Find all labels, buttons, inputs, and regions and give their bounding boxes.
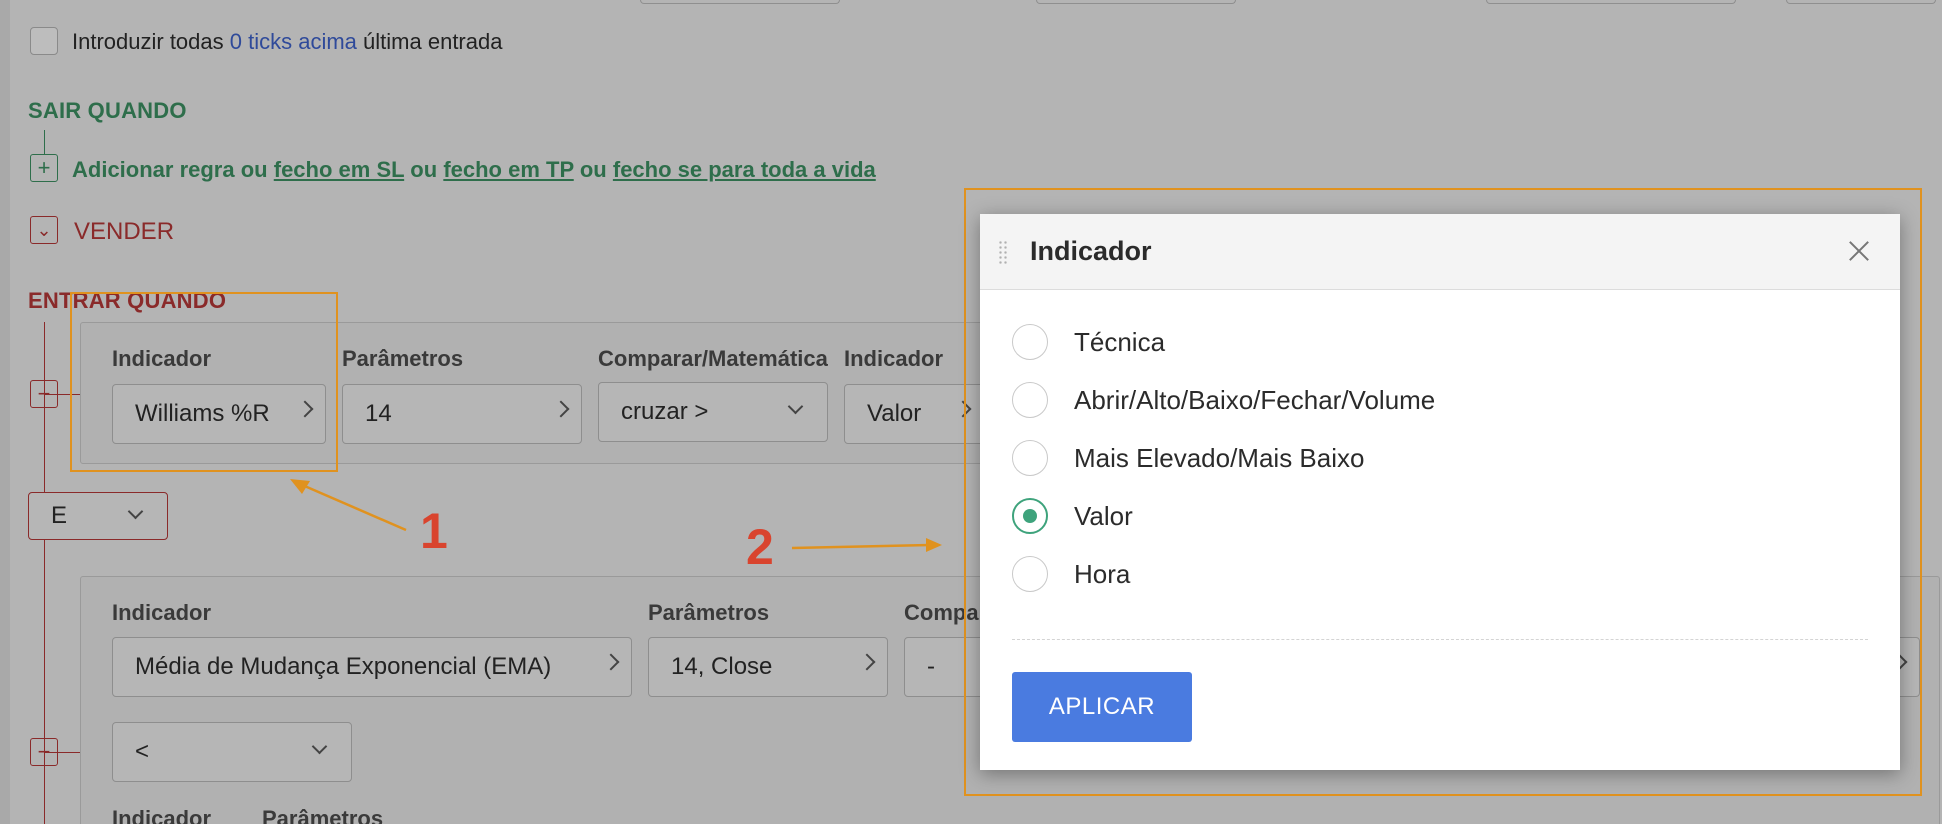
- remove-rule-minus-icon[interactable]: −: [30, 380, 58, 408]
- logic-operator-value: E: [51, 502, 68, 529]
- annotation-box-1: [70, 292, 338, 472]
- radio-button-selected[interactable]: [1012, 498, 1048, 534]
- top-field-stub: [1036, 0, 1236, 4]
- close-lifetime-link[interactable]: fecho se para toda a vida: [613, 157, 876, 182]
- modal-header[interactable]: Indicador: [980, 214, 1900, 290]
- params-value: 14, Close: [671, 653, 773, 680]
- compare-value: -: [927, 653, 935, 680]
- remove-rule-minus-icon[interactable]: −: [30, 738, 58, 766]
- exit-section-title: SAIR QUANDO: [28, 98, 187, 123]
- enter-all-checkbox[interactable]: [30, 27, 58, 55]
- option-label: Hora: [1074, 558, 1131, 589]
- exit-rule-line: Adicionar regra ou fecho em SL ou fecho …: [72, 157, 876, 183]
- option-tecnica[interactable]: Técnica: [1012, 322, 1165, 362]
- left-edge: [0, 0, 10, 824]
- option-label: Abrir/Alto/Baixo/Fechar/Volume: [1074, 384, 1436, 415]
- close-sl-link[interactable]: fecho em SL: [274, 157, 404, 182]
- indicator-value: Média de Mudança Exponencial (EMA): [135, 653, 552, 680]
- radio-button[interactable]: [1012, 440, 1048, 476]
- indicator-label: Indicador: [112, 600, 212, 625]
- option-valor[interactable]: Valor: [1012, 496, 1133, 536]
- exit-tree-line: [44, 130, 45, 154]
- option-ohlcv[interactable]: Abrir/Alto/Baixo/Fechar/Volume: [1012, 380, 1435, 420]
- radio-button[interactable]: [1012, 382, 1048, 418]
- or-text: ou: [410, 157, 438, 182]
- modal-title: Indicador: [1030, 236, 1152, 266]
- top-field-stub: [1486, 0, 1736, 4]
- enter-all-label: Introduzir todas 0 ticks acima última en…: [72, 29, 502, 55]
- logic-operator-select[interactable]: E: [28, 492, 168, 540]
- ticks-above-link[interactable]: 0 ticks acima: [230, 29, 357, 54]
- params-label: Parâmetros: [262, 806, 384, 824]
- annotation-number-2: 2: [746, 519, 774, 575]
- indicator2-value: Valor: [867, 400, 922, 427]
- chevron-down-icon: [787, 398, 804, 415]
- option-label: Técnica: [1074, 326, 1166, 357]
- indicator2-label: Indicador: [844, 346, 944, 371]
- indicator2-select[interactable]: Valor: [844, 384, 984, 444]
- compare-label: Comparar/Matemática: [598, 346, 828, 371]
- sell-label: VENDER: [74, 218, 175, 245]
- add-rule-link[interactable]: Adicionar regra: [72, 157, 235, 182]
- chevron-right-icon: [552, 400, 570, 418]
- checkbox-label-suffix: última entrada: [363, 29, 503, 54]
- indicator-label: Indicador: [112, 806, 212, 824]
- params-select[interactable]: 14, Close: [648, 637, 888, 697]
- params-label: Parâmetros: [342, 346, 464, 371]
- operator-value: <: [135, 738, 150, 765]
- indicator-select[interactable]: Média de Mudança Exponencial (EMA): [112, 637, 632, 697]
- chevron-down-icon: [127, 503, 144, 520]
- chevron-down-icon: [311, 738, 328, 755]
- chevron-right-icon: [602, 653, 620, 671]
- option-hora[interactable]: Hora: [1012, 554, 1130, 594]
- radio-button[interactable]: [1012, 324, 1048, 360]
- collapse-chevron-icon[interactable]: ⌄: [30, 216, 58, 244]
- annotation-arrow-1: [290, 479, 407, 532]
- option-highest-lowest[interactable]: Mais Elevado/Mais Baixo: [1012, 438, 1364, 478]
- close-tp-link[interactable]: fecho em TP: [443, 157, 573, 182]
- top-field-stub: [640, 0, 840, 4]
- option-label: Mais Elevado/Mais Baixo: [1074, 442, 1365, 473]
- apply-button[interactable]: APLICAR: [1012, 672, 1192, 742]
- divider: [1012, 639, 1868, 640]
- or-text: ou: [579, 157, 607, 182]
- add-rule-plus-icon[interactable]: +: [30, 154, 58, 182]
- operator-select[interactable]: <: [112, 722, 352, 782]
- close-icon[interactable]: [1846, 238, 1872, 264]
- params-label: Parâmetros: [648, 600, 770, 625]
- chevron-right-icon: [858, 653, 876, 671]
- params-value: 14: [365, 400, 392, 427]
- or-text: ou: [240, 157, 268, 182]
- checkbox-label-prefix: Introduzir todas: [72, 29, 224, 54]
- annotation-number-1: 1: [420, 503, 448, 559]
- option-label: Valor: [1074, 500, 1133, 531]
- top-field-stub: [1786, 0, 1936, 4]
- drag-handle-icon[interactable]: [998, 240, 1008, 266]
- radio-button[interactable]: [1012, 556, 1048, 592]
- compare-select[interactable]: cruzar >: [598, 382, 828, 442]
- annotation-arrow-2: [791, 538, 942, 552]
- compare-value: cruzar >: [621, 398, 709, 425]
- params-select[interactable]: 14: [342, 384, 582, 444]
- indicator-modal: Indicador Técnica Abrir/Alto/Baixo/Fecha…: [980, 214, 1900, 770]
